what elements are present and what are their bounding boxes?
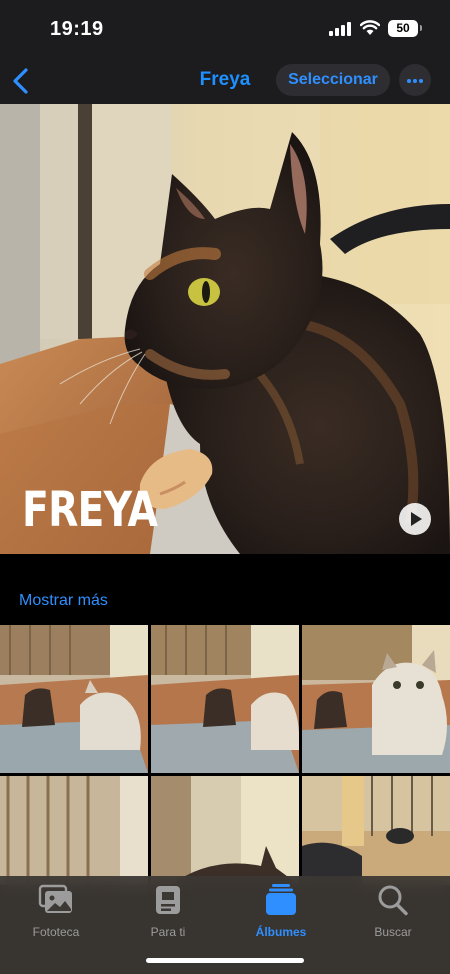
for-you-icon bbox=[156, 886, 180, 914]
tab-label: Álbumes bbox=[255, 925, 307, 939]
photo-thumbnail[interactable] bbox=[302, 625, 450, 773]
status-bar: 19:19 50 bbox=[0, 0, 450, 58]
battery-icon: 50 bbox=[388, 20, 422, 37]
tab-buscar[interactable]: Buscar bbox=[348, 884, 438, 939]
search-icon bbox=[378, 885, 408, 916]
tab-label: Buscar bbox=[374, 925, 412, 939]
album-cover-photo[interactable]: FREYA bbox=[0, 104, 450, 554]
tab-label: Fototeca bbox=[32, 925, 80, 939]
show-more-link[interactable]: Mostrar más bbox=[19, 592, 108, 610]
photo-thumbnail[interactable] bbox=[0, 776, 148, 885]
wifi-icon bbox=[360, 20, 380, 35]
photo-thumbnail[interactable] bbox=[151, 776, 299, 885]
photo-thumbnail[interactable] bbox=[302, 776, 450, 885]
select-button[interactable]: Seleccionar bbox=[276, 64, 390, 96]
play-icon[interactable] bbox=[399, 503, 431, 535]
tab-para-ti[interactable]: Para ti bbox=[123, 884, 213, 939]
photo-library-icon bbox=[38, 884, 72, 913]
photo-grid bbox=[0, 625, 450, 885]
photo-thumbnail[interactable] bbox=[151, 625, 299, 773]
ellipsis-icon[interactable] bbox=[399, 64, 431, 96]
photo-thumbnail[interactable] bbox=[0, 625, 148, 773]
cellular-signal-icon bbox=[329, 22, 353, 36]
tab-label: Para ti bbox=[150, 925, 186, 939]
tab-albumes[interactable]: Álbumes bbox=[236, 884, 326, 939]
navigation-bar: Freya Seleccionar bbox=[0, 58, 450, 104]
home-indicator[interactable] bbox=[146, 958, 304, 963]
status-time: 19:19 bbox=[50, 18, 104, 40]
cover-title: FREYA bbox=[22, 482, 158, 538]
tab-fototeca[interactable]: Fototeca bbox=[11, 884, 101, 939]
albums-icon bbox=[266, 884, 296, 915]
